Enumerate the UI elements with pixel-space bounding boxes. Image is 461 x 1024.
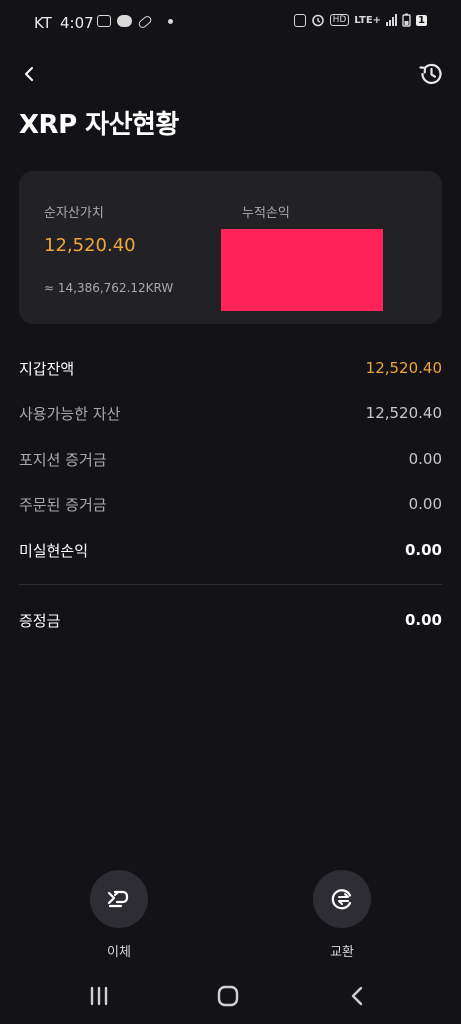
unrealized-pnl-label: 미실현손익 bbox=[19, 541, 89, 560]
signal-icon bbox=[386, 14, 398, 26]
order-margin-label: 주문된 증거금 bbox=[19, 495, 107, 514]
available-asset-row: 사용가능한 자산 12,520.40 bbox=[19, 400, 442, 426]
wallet-balance-row: 지갑잔액 12,520.40 bbox=[19, 355, 442, 381]
android-nav-bar bbox=[0, 968, 461, 1024]
exchange-icon bbox=[331, 889, 352, 910]
transfer-icon bbox=[107, 890, 129, 908]
unrealized-pnl-row: 미실현손익 0.00 bbox=[19, 537, 442, 563]
asset-summary-card: 순자산가치 12,520.40 ≈ 14,386,762.12KRW 누적손익 bbox=[19, 171, 442, 324]
system-back-button[interactable] bbox=[342, 984, 372, 1008]
carrier-label: KT bbox=[34, 14, 52, 32]
lock-icon bbox=[293, 13, 306, 27]
unrealized-pnl-value: 0.00 bbox=[404, 541, 442, 559]
order-margin-value: 0.00 bbox=[408, 495, 442, 513]
cumulative-pnl-label: 누적손익 bbox=[242, 206, 290, 221]
battery-icon bbox=[402, 13, 411, 27]
available-asset-value: 12,520.40 bbox=[365, 404, 442, 422]
transfer-icon-circle bbox=[90, 870, 148, 928]
hd-voice-icon: HD bbox=[329, 14, 350, 26]
transfer-button[interactable]: 이체 bbox=[79, 870, 159, 960]
net-asset-value: 12,520.40 bbox=[44, 235, 136, 256]
alarm-icon bbox=[311, 14, 324, 27]
bonus-label: 증정금 bbox=[19, 611, 61, 630]
status-bar: KT 4:07 HD LTE+ 1 bbox=[0, 0, 461, 46]
battery-badge: 1 bbox=[416, 14, 427, 26]
home-button[interactable] bbox=[213, 984, 243, 1008]
order-margin-row: 주문된 증거금 0.00 bbox=[19, 491, 442, 517]
net-asset-krw: ≈ 14,386,762.12KRW bbox=[44, 281, 174, 295]
wallet-balance-label: 지갑잔액 bbox=[19, 359, 75, 378]
history-icon bbox=[419, 63, 442, 84]
position-margin-label: 포지션 증거금 bbox=[19, 450, 107, 469]
position-margin-value: 0.00 bbox=[408, 450, 442, 468]
page-title: XRP 자산현황 bbox=[19, 110, 179, 140]
chevron-left-icon bbox=[25, 67, 33, 81]
kakaotalk-icon bbox=[117, 15, 132, 27]
wallet-balance-value: 12,520.40 bbox=[365, 359, 442, 377]
back-button[interactable] bbox=[18, 62, 42, 86]
system-icons: HD LTE+ 1 bbox=[293, 13, 427, 27]
asset-status-screen: KT 4:07 HD LTE+ 1 XRP 자산현황 순자산가치 12,520.… bbox=[0, 0, 461, 1024]
recent-apps-button[interactable] bbox=[84, 984, 114, 1008]
bonus-row: 증정금 0.00 bbox=[19, 607, 442, 633]
network-type: LTE+ bbox=[354, 14, 382, 26]
transfer-label: 이체 bbox=[107, 945, 131, 960]
exchange-label: 교환 bbox=[330, 945, 354, 960]
recent-apps-icon bbox=[90, 986, 108, 1006]
history-button[interactable] bbox=[416, 59, 446, 89]
exchange-button[interactable]: 교환 bbox=[302, 870, 382, 960]
cumulative-pnl-redaction bbox=[221, 229, 383, 311]
clock: 4:07 bbox=[60, 14, 94, 32]
exchange-icon-circle bbox=[313, 870, 371, 928]
bonus-value: 0.00 bbox=[404, 611, 442, 629]
section-divider bbox=[19, 584, 442, 585]
back-arrow-icon bbox=[351, 986, 363, 1006]
net-asset-label: 순자산가치 bbox=[44, 206, 104, 221]
available-asset-label: 사용가능한 자산 bbox=[19, 404, 121, 423]
home-icon bbox=[217, 985, 239, 1007]
pill-icon bbox=[137, 14, 153, 30]
gallery-icon bbox=[97, 15, 111, 27]
more-notifications-dot-icon bbox=[168, 18, 173, 24]
position-margin-row: 포지션 증거금 0.00 bbox=[19, 446, 442, 472]
notification-icons bbox=[97, 14, 173, 30]
